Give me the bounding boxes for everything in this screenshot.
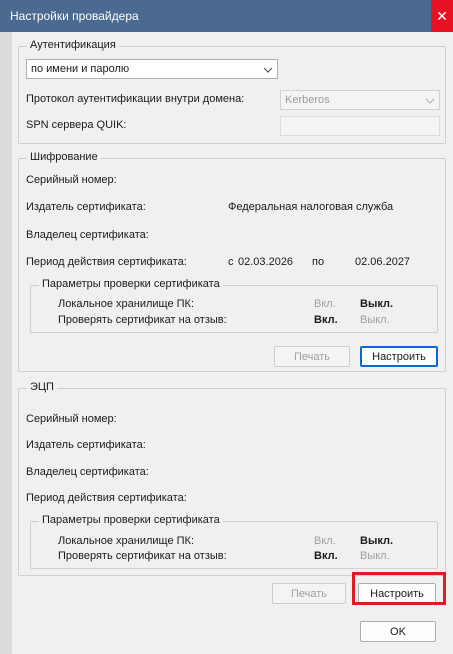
ecp-revoke-on-option[interactable]: Вкл. xyxy=(314,550,338,562)
enc-owner-label: Владелец сертификата: xyxy=(26,229,149,241)
auth-method-value: по имени и паролю xyxy=(31,63,130,75)
enc-period-to-word: по xyxy=(312,256,325,268)
enc-period-from-word: с xyxy=(228,256,234,268)
enc-local-on-option[interactable]: Вкл. xyxy=(314,298,336,310)
title-bar: Настройки провайдера ✕ xyxy=(0,0,453,32)
spn-input[interactable] xyxy=(280,116,440,136)
window-left-edge xyxy=(0,32,12,654)
auth-legend: Аутентификация xyxy=(27,39,119,51)
ecp-owner-label: Владелец сертификата: xyxy=(26,466,149,478)
enc-configure-button[interactable]: Настроить xyxy=(360,346,438,367)
ecp-period-label: Период действия сертификата: xyxy=(26,492,187,504)
close-icon: ✕ xyxy=(436,7,448,24)
auth-method-select[interactable]: по имени и паролю xyxy=(26,59,278,79)
enc-print-button[interactable]: Печать xyxy=(274,346,350,367)
ecp-print-button[interactable]: Печать xyxy=(272,583,346,604)
auth-protocol-label: Протокол аутентификации внутри домена: xyxy=(26,93,245,105)
enc-revoke-off-option[interactable]: Выкл. xyxy=(360,314,390,326)
chevron-down-icon xyxy=(263,67,273,73)
configure-highlight-frame xyxy=(352,572,446,605)
enc-period-to: 02.06.2027 xyxy=(355,256,411,268)
ecp-check-legend: Параметры проверки сертификата xyxy=(39,514,223,526)
ecp-revoke-label: Проверять сертификат на отзыв: xyxy=(58,550,227,562)
enc-period-label: Период действия сертификата: xyxy=(26,256,187,268)
auth-protocol-select[interactable]: Kerberos xyxy=(280,90,440,110)
close-button[interactable]: ✕ xyxy=(431,0,453,32)
ecp-serial-label: Серийный номер: xyxy=(26,413,117,425)
window-title: Настройки провайдера xyxy=(10,9,139,23)
auth-protocol-value: Kerberos xyxy=(285,94,330,106)
enc-revoke-on-option[interactable]: Вкл. xyxy=(314,314,338,326)
ecp-local-on-option[interactable]: Вкл. xyxy=(314,535,336,547)
chevron-down-icon xyxy=(425,98,435,104)
ecp-revoke-off-option[interactable]: Выкл. xyxy=(360,550,390,562)
provider-settings-window: Настройки провайдера ✕ Аутентификация по… xyxy=(0,0,453,654)
ecp-legend: ЭЦП xyxy=(27,381,57,393)
enc-serial-label: Серийный номер: xyxy=(26,174,117,186)
enc-issuer-label: Издатель сертификата: xyxy=(26,201,146,213)
ok-button[interactable]: OK xyxy=(360,621,436,642)
spn-label: SPN сервера QUIK: xyxy=(26,119,127,131)
enc-revoke-label: Проверять сертификат на отзыв: xyxy=(58,314,227,326)
enc-local-store-label: Локальное хранилище ПК: xyxy=(58,298,195,310)
enc-check-legend: Параметры проверки сертификата xyxy=(39,278,223,290)
ecp-issuer-label: Издатель сертификата: xyxy=(26,439,146,451)
enc-issuer-value: Федеральная налоговая служба xyxy=(228,201,394,213)
enc-period-from: 02.03.2026 xyxy=(238,256,294,268)
enc-local-off-option[interactable]: Выкл. xyxy=(360,298,393,310)
encryption-legend: Шифрование xyxy=(27,151,101,163)
ecp-local-store-label: Локальное хранилище ПК: xyxy=(58,535,195,547)
ecp-local-off-option[interactable]: Выкл. xyxy=(360,535,393,547)
